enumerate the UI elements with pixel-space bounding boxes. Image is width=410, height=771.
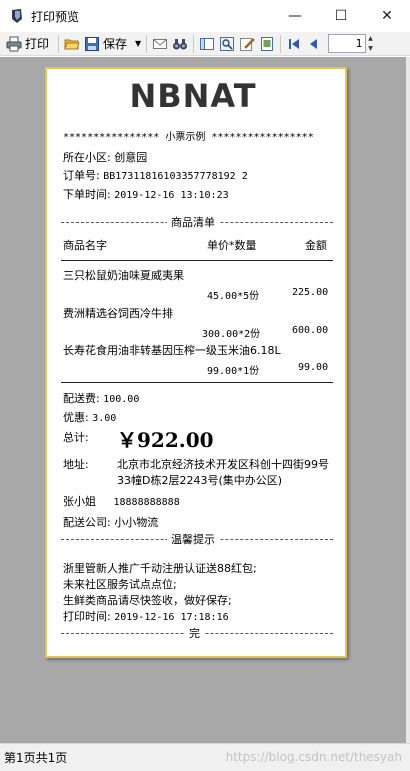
- order-row: 订单号: BB17311816103357778192 2: [63, 167, 248, 183]
- toolbar-separator: [146, 34, 148, 53]
- order-time-value: 2019-12-16 13:10:23: [114, 190, 229, 201]
- email-button[interactable]: [150, 33, 170, 55]
- binoculars-icon: [173, 38, 188, 49]
- save-button[interactable]: 保存: [82, 33, 133, 55]
- item-amount: 225.00: [292, 287, 329, 298]
- items-rule: [61, 382, 333, 383]
- receipt-header-line: **************** 小票示例 *****************: [63, 132, 314, 143]
- delivery-company-row: 配送公司: 小小物流: [63, 514, 158, 530]
- window-title: 打印预览: [31, 9, 80, 24]
- page-setup-button[interactable]: [197, 33, 217, 55]
- find-button[interactable]: [170, 33, 190, 55]
- delivery-fee-row: 配送费: 100.00: [63, 390, 139, 406]
- mail-icon: [153, 38, 168, 49]
- toolbar-separator: [193, 34, 195, 53]
- tip-line: 浙里管新人推广千动注册认证送88红包;: [63, 562, 257, 575]
- zoom-icon: [220, 36, 235, 51]
- contact-name: 张小姐: [63, 495, 96, 508]
- first-page-button[interactable]: [284, 33, 304, 55]
- contact-row: 张小姐 18888888888: [63, 493, 180, 509]
- watermark-button[interactable]: [257, 33, 277, 55]
- total-value: ￥922.00: [117, 428, 214, 452]
- minimize-button[interactable]: —: [272, 0, 318, 32]
- title-bar: 打印预览 — ☐ ✕: [0, 0, 410, 32]
- community-row: 所在小区: 创意园: [63, 149, 147, 165]
- receipt-page: NBNAT **************** 小票示例 ************…: [45, 67, 347, 658]
- end-label: 完: [185, 625, 204, 641]
- close-button[interactable]: ✕: [364, 0, 410, 32]
- discount-value: 3.00: [92, 413, 117, 424]
- save-label: 保存: [103, 37, 128, 51]
- save-dropdown-button[interactable]: ▼: [133, 33, 143, 55]
- community-label: 所在小区:: [63, 151, 111, 164]
- logo-text: NBNAT: [129, 79, 256, 111]
- first-page-icon: [289, 38, 300, 49]
- floppy-save-icon: [85, 36, 100, 51]
- edit-button[interactable]: [237, 33, 257, 55]
- order-time-label: 下单时间:: [63, 188, 111, 201]
- preview-area[interactable]: NBNAT **************** 小票示例 ************…: [0, 57, 410, 743]
- goods-title: 商品清单: [167, 214, 219, 230]
- item-price-qty: 300.00*2份: [202, 329, 261, 340]
- toolbar: 打印 保存 ▼ 1 ▲ ▼: [0, 32, 410, 56]
- order-label: 订单号:: [63, 169, 100, 182]
- col-amount-header: 金额: [305, 239, 327, 252]
- print-time-row: 打印时间: 2019-12-16 17:18:16: [63, 608, 229, 624]
- pencil-icon: [240, 37, 255, 51]
- previous-page-button[interactable]: [304, 33, 324, 55]
- item-amount: 600.00: [292, 325, 329, 336]
- item-price-qty: 45.00*5份: [207, 291, 260, 302]
- print-button[interactable]: 打印: [4, 33, 55, 55]
- nbnat-logo: NBNAT: [129, 79, 256, 111]
- previous-page-icon: [310, 38, 318, 49]
- page-layout-icon: [200, 37, 215, 50]
- col-price-qty-header: 单价*数量: [207, 239, 257, 252]
- delivery-company-label: 配送公司:: [63, 516, 111, 529]
- print-time-value: 2019-12-16 17:18:16: [114, 612, 229, 623]
- address-label: 地址:: [63, 458, 89, 471]
- order-value: BB17311816103357778192 2: [103, 171, 248, 182]
- spin-up-icon[interactable]: ▲: [368, 34, 376, 43]
- address-line-2: 33幢D栋2层2243号(集中办公区): [117, 474, 283, 487]
- caret-down-icon: ▼: [135, 39, 142, 48]
- community-value: 创意园: [114, 151, 148, 164]
- page-number-input[interactable]: 1: [328, 34, 367, 53]
- delivery-fee-label: 配送费:: [63, 392, 100, 405]
- delivery-fee-value: 100.00: [103, 394, 140, 405]
- vertical-scrollbar[interactable]: [406, 57, 410, 743]
- item-name: 三只松鼠奶油味夏威夷果: [63, 269, 184, 282]
- zoom-button[interactable]: [217, 33, 237, 55]
- spin-down-icon[interactable]: ▼: [368, 44, 376, 53]
- discount-label: 优惠:: [63, 411, 89, 424]
- item-name: 费洲精选谷饲西冷牛排: [63, 307, 173, 320]
- item-name: 长寿花食用油非转基因压榨一级玉米油6.18L: [63, 344, 281, 357]
- page-image-icon: [261, 36, 274, 51]
- toolbar-separator: [280, 34, 282, 53]
- header-rule: [61, 260, 333, 261]
- print-time-label: 打印时间:: [63, 610, 111, 623]
- toolbar-separator: [58, 34, 60, 53]
- blog-watermark: https://blog.csdn.net/thesyah: [225, 750, 402, 764]
- folder-open-icon: [64, 39, 80, 49]
- tip-line: 未来社区服务试点点位;: [63, 578, 177, 591]
- printer-icon: [6, 36, 22, 51]
- total-label: 总计:: [63, 431, 89, 444]
- status-bar: 第1页共1页 https://blog.csdn.net/thesyah: [0, 743, 410, 771]
- delivery-company-value: 小小物流: [114, 516, 159, 529]
- col-name-header: 商品名字: [63, 239, 107, 252]
- item-price-qty: 99.00*1份: [207, 366, 260, 377]
- open-button[interactable]: [62, 33, 82, 55]
- order-time-row: 下单时间: 2019-12-16 13:10:23: [63, 186, 229, 202]
- contact-phone: 18888888888: [113, 497, 180, 508]
- page-spinner[interactable]: ▲ ▼: [368, 34, 376, 53]
- tip-line: 生鲜类商品请尽快签收，做好保存;: [63, 594, 232, 607]
- print-label: 打印: [25, 37, 50, 51]
- item-amount: 99.00: [298, 362, 329, 373]
- tips-title: 温馨提示: [167, 531, 219, 547]
- discount-row: 优惠: 3.00: [63, 409, 116, 425]
- address-line-1: 北京市北京经济技术开发区科创十四街99号: [117, 458, 329, 471]
- page-count-text: 第1页共1页: [4, 751, 68, 765]
- maximize-button[interactable]: ☐: [318, 0, 364, 32]
- app-icon: [12, 9, 22, 23]
